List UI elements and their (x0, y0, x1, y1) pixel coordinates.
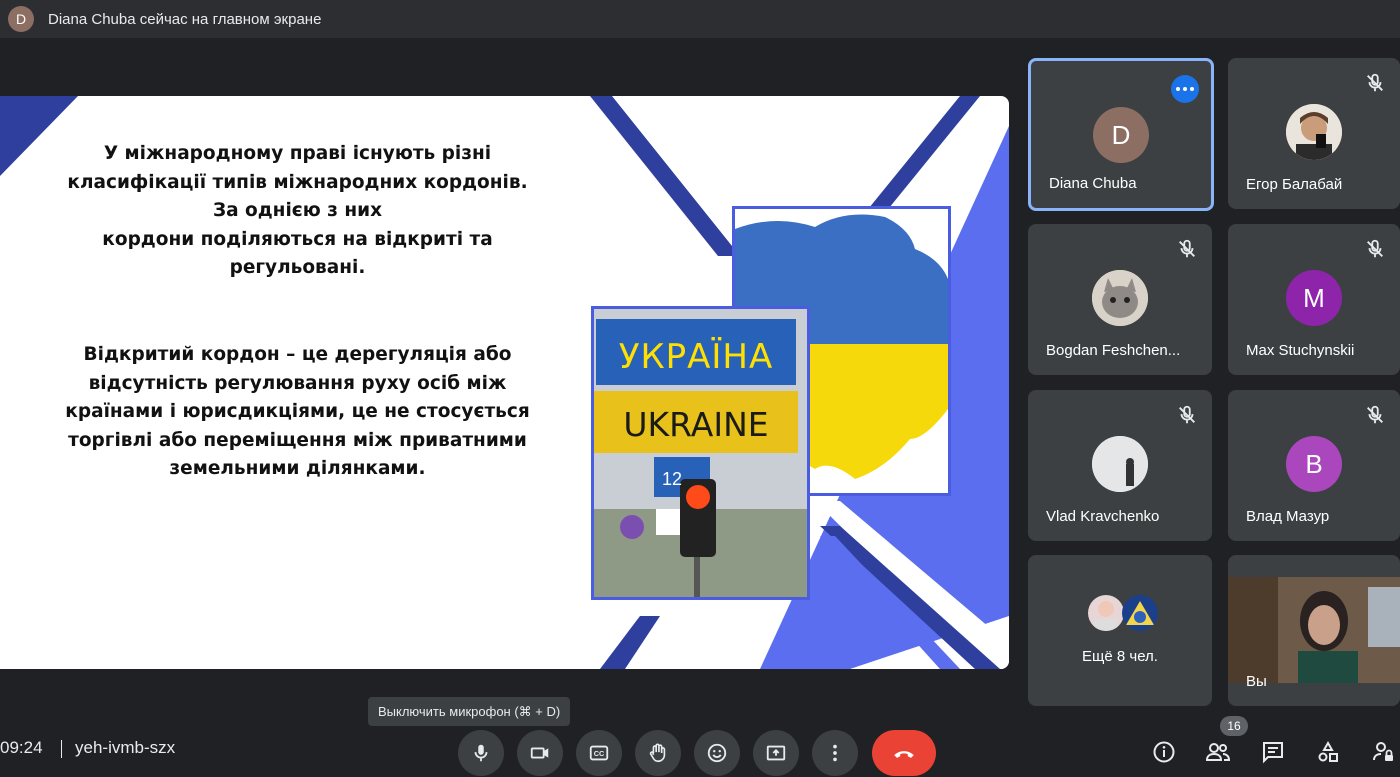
more-participants-label: Ещё 8 чел. (1082, 648, 1158, 665)
camera-button[interactable] (517, 730, 563, 776)
self-video (1228, 577, 1400, 683)
avatar (1122, 595, 1158, 631)
slide-line: земельними ділянками. (169, 458, 426, 479)
present-button[interactable] (753, 730, 799, 776)
slide-paragraph-1: У міжнародному праві існують різні класи… (30, 140, 565, 283)
participant-name: Max Stuchynskii (1246, 342, 1355, 359)
raise-hand-button[interactable] (635, 730, 681, 776)
people-button[interactable] (1204, 738, 1232, 766)
slide-line: регульовані. (229, 257, 366, 278)
chat-button[interactable] (1259, 738, 1287, 766)
mic-off-icon (1179, 405, 1195, 424)
participant-name: Bogdan Feshchen... (1046, 342, 1181, 359)
slide-line: класифікації типів міжнародних кордонів. (67, 171, 528, 193)
border-sign-image: УКРАЇНА UKRAINE 12 (591, 306, 810, 600)
avatar: M (1286, 270, 1342, 326)
end-call-button[interactable] (872, 730, 936, 776)
avatar: D (1093, 107, 1149, 163)
divider (61, 740, 62, 758)
participant-tile[interactable]: D Diana Chuba (1028, 58, 1214, 211)
raise-hand-icon (649, 743, 666, 763)
emoji-button[interactable] (694, 730, 740, 776)
mic-off-icon (1367, 239, 1383, 258)
participant-tile[interactable]: Vlad Kravchenko (1028, 390, 1212, 541)
participant-name: Егор Балабай (1246, 176, 1343, 193)
participant-name: Влад Мазур (1246, 508, 1330, 525)
activities-icon (1318, 740, 1338, 762)
mic-off-icon (1367, 73, 1383, 92)
mic-tooltip: Выключить микрофон (⌘ + D) (368, 697, 571, 726)
presenting-banner: D Diana Chuba сейчас на главном экране (0, 0, 1400, 38)
slide-line: країнами і юрисдикціями, це не стосуєтьс… (65, 401, 530, 422)
host-controls-button[interactable] (1369, 738, 1397, 766)
more-participants-tile[interactable]: Ещё 8 чел. (1028, 555, 1212, 706)
sign-ukraina-text: УКРАЇНА (618, 337, 774, 377)
meeting-time: 09:24 (0, 738, 43, 757)
mic-icon (474, 744, 488, 762)
chat-icon (1263, 742, 1283, 764)
participant-tile[interactable]: Bogdan Feshchen... (1028, 224, 1212, 375)
mic-button[interactable] (458, 730, 504, 776)
avatar (1088, 595, 1124, 631)
info-icon (1153, 741, 1175, 763)
participant-name: Diana Chuba (1049, 175, 1137, 192)
avatar (1092, 436, 1148, 492)
avatar: B (1286, 436, 1342, 492)
presenter-avatar: D (8, 6, 34, 32)
more-options-button[interactable] (812, 730, 858, 776)
shared-slide: У міжнародному праві існують різні класи… (0, 96, 1009, 669)
activities-button[interactable] (1314, 738, 1342, 766)
meeting-info-button[interactable] (1150, 738, 1178, 766)
self-tile[interactable]: Вы (1228, 555, 1400, 706)
people-icon (1205, 743, 1231, 761)
svg-text:CC: CC (594, 749, 605, 758)
slide-line: торгівлі або переміщення між приватними (68, 429, 527, 451)
people-count-badge: 16 (1220, 716, 1248, 736)
mic-off-icon (1367, 405, 1383, 424)
participant-tile[interactable]: M Max Stuchynskii (1228, 224, 1400, 375)
emoji-icon (707, 743, 727, 763)
more-options-icon[interactable] (1171, 75, 1199, 103)
avatar (1286, 104, 1342, 160)
mic-off-icon (1179, 239, 1195, 258)
host-controls-icon (1373, 742, 1393, 761)
slide-line: За однією з них (212, 200, 383, 221)
present-icon (766, 745, 786, 761)
presenting-text: Diana Chuba сейчас на главном экране (48, 10, 322, 28)
bottom-bar: 09:24 yeh-ivmb-szx CC (0, 730, 1400, 777)
meeting-code: yeh-ivmb-szx (75, 738, 176, 757)
slide-paragraph-2: Відкритий кордон – це дерегуляція або ві… (30, 341, 565, 484)
road-number: 12 (662, 469, 683, 489)
captions-icon: CC (589, 745, 609, 761)
slide-line: У міжнародному праві існують різні (103, 143, 492, 164)
participant-name: Вы (1246, 673, 1267, 690)
participant-tile[interactable]: Егор Балабай (1228, 58, 1400, 209)
end-call-icon (894, 751, 914, 758)
captions-button[interactable]: CC (576, 730, 622, 776)
participant-name: Vlad Kravchenko (1046, 508, 1160, 525)
slide-line: відсутність регулювання руху осіб між (88, 372, 507, 394)
avatar (1092, 270, 1148, 326)
sign-ukraine-text: UKRAINE (623, 405, 769, 444)
participant-tile[interactable]: B Влад Мазур (1228, 390, 1400, 541)
slide-line: Відкритий кордон – це дерегуляція або (83, 344, 512, 365)
camera-icon (530, 747, 549, 759)
more-icon (833, 744, 837, 762)
slide-line: кордони поділяються на відкриті та (102, 228, 493, 250)
